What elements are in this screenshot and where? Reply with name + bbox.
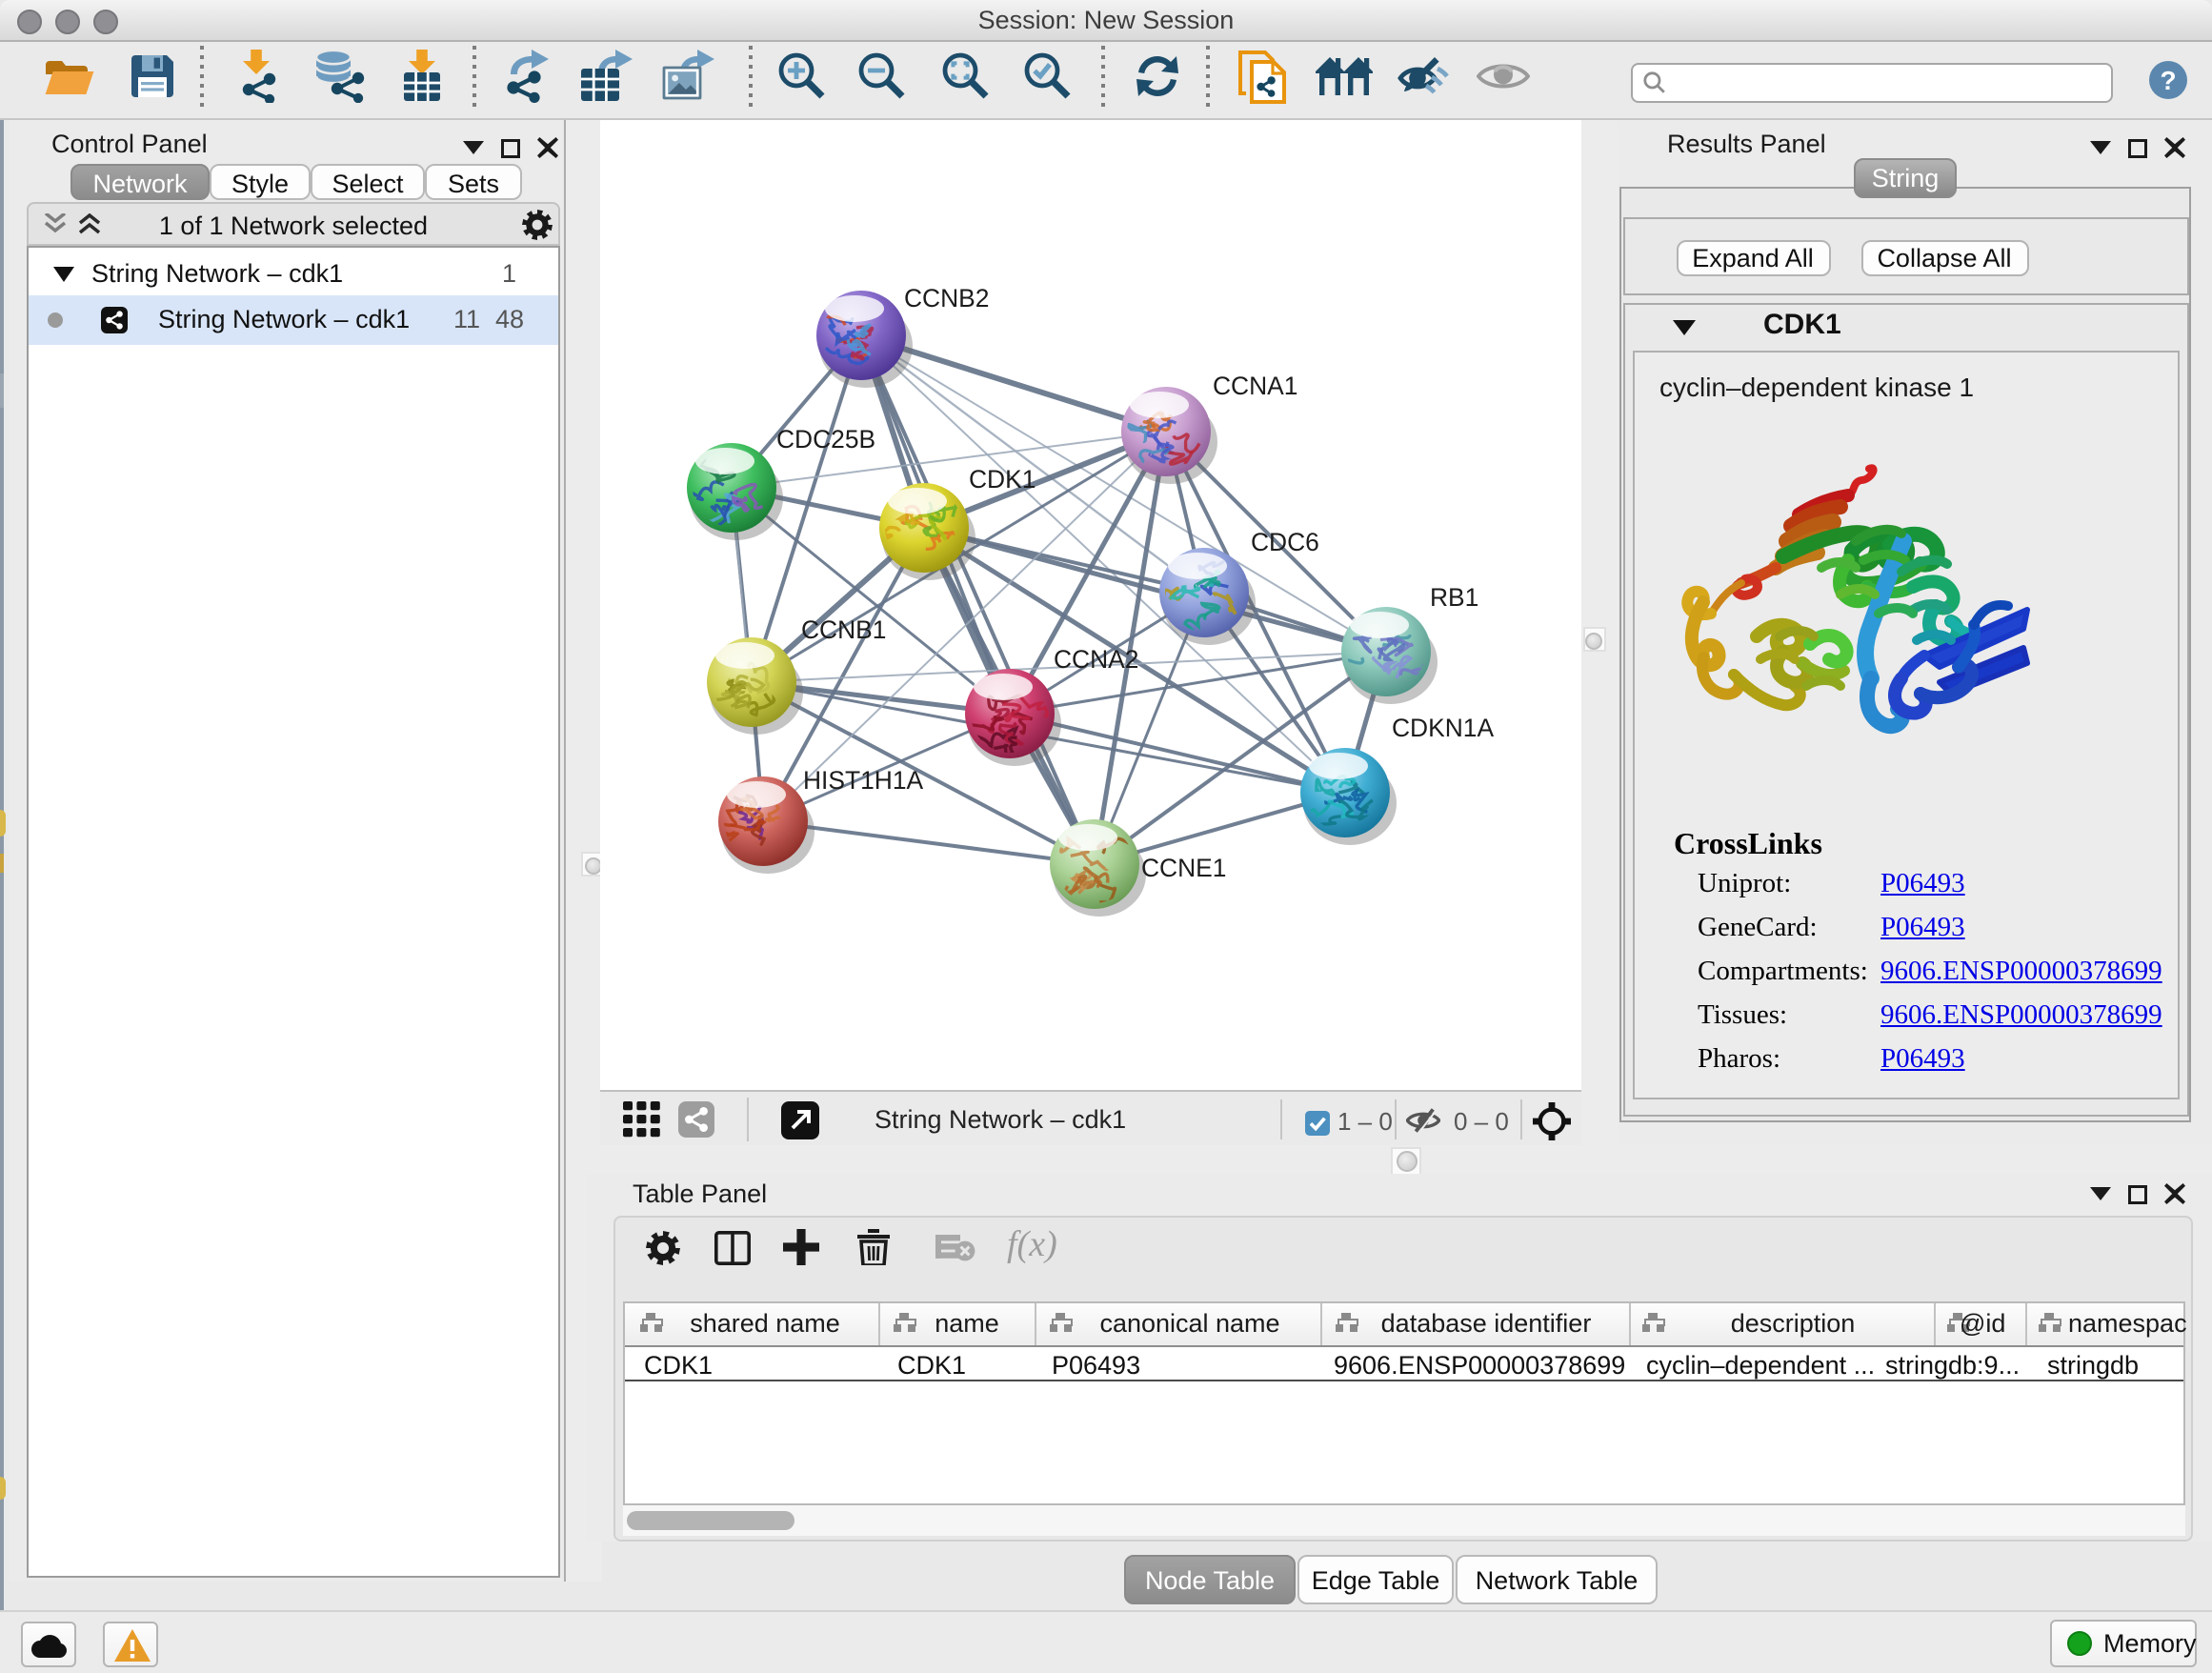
svg-text:CCNB1: CCNB1 <box>801 615 886 644</box>
svg-text:RB1: RB1 <box>1430 583 1478 612</box>
svg-text:CCNA1: CCNA1 <box>1213 372 1297 400</box>
svg-text:CCNA2: CCNA2 <box>1054 645 1138 674</box>
svg-text:CDC25B: CDC25B <box>776 425 875 454</box>
svg-text:CCNB2: CCNB2 <box>904 284 989 312</box>
svg-text:CDK1: CDK1 <box>969 465 1036 494</box>
svg-text:CDKN1A: CDKN1A <box>1392 714 1494 742</box>
svg-text:CDC6: CDC6 <box>1251 528 1319 556</box>
svg-text:HIST1H1A: HIST1H1A <box>803 766 924 795</box>
svg-text:CCNE1: CCNE1 <box>1141 854 1226 882</box>
